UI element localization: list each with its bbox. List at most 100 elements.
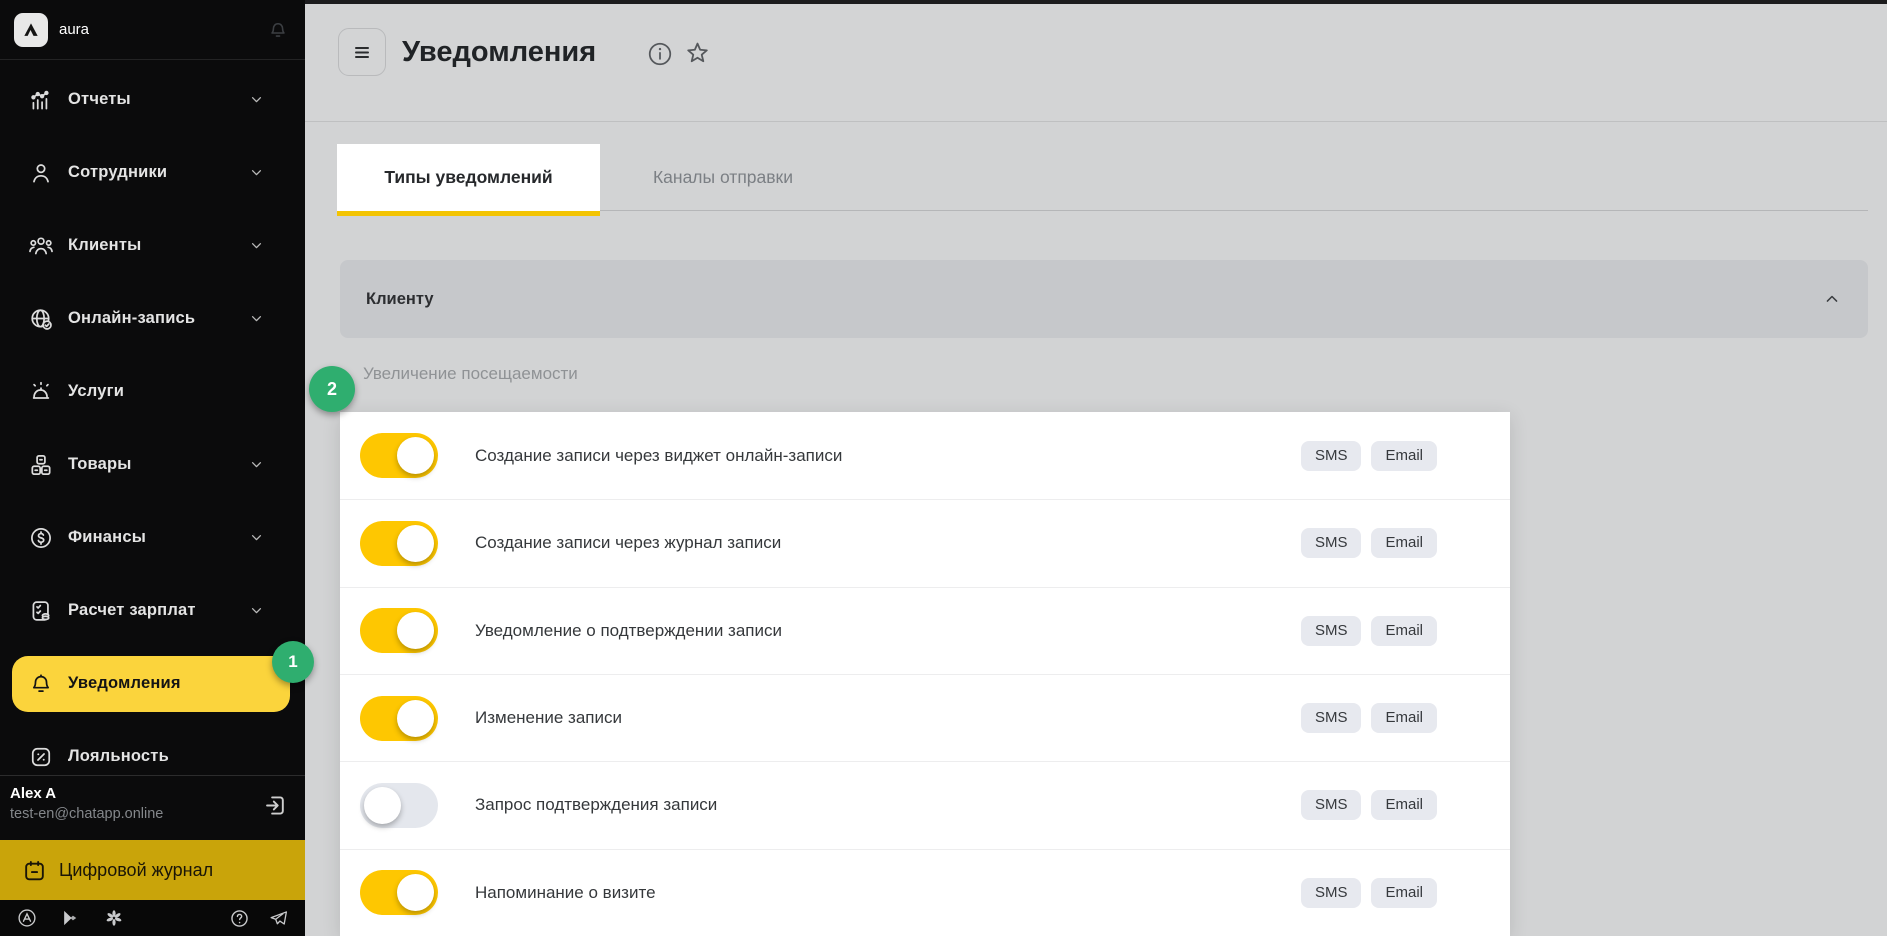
help-icon[interactable] — [229, 908, 250, 929]
toggle-knob — [397, 525, 434, 562]
notification-label: Уведомление о подтверждении записи — [475, 621, 1301, 641]
sidebar-nav: Отчеты Сотрудники Клиенты Онлайн-запись … — [0, 60, 305, 775]
channel-chips: SMS Email — [1301, 616, 1437, 646]
email-channel-chip[interactable]: Email — [1371, 878, 1437, 908]
favorite-star-icon[interactable] — [683, 39, 712, 73]
sidebar-item-people[interactable]: Клиенты — [0, 209, 305, 282]
channel-chips: SMS Email — [1301, 441, 1437, 471]
payroll-icon — [28, 598, 54, 624]
sidebar-header: aura — [0, 0, 305, 60]
huawei-appgallery-icon[interactable] — [102, 906, 126, 930]
sidebar-item-person[interactable]: Сотрудники — [0, 136, 305, 209]
channel-chips: SMS Email — [1301, 790, 1437, 820]
notification-row: Создание записи через журнал записи SMS E… — [340, 499, 1510, 586]
toggle-knob — [397, 612, 434, 649]
toggle-switch[interactable] — [360, 521, 438, 566]
info-icon[interactable] — [646, 40, 674, 73]
tour-step-badge-1: 1 — [272, 641, 314, 683]
toggle-switch[interactable] — [360, 433, 438, 478]
client-group-header[interactable]: Клиенту — [340, 260, 1868, 338]
notification-row: Напоминание о визите SMS Email — [340, 849, 1510, 936]
tour-step-badge-2: 2 — [309, 366, 355, 412]
active-tab-underline — [337, 211, 600, 216]
tab-sending-channels[interactable]: Каналы отправки — [623, 144, 823, 210]
sidebar-item-bell[interactable]: Уведомления — [12, 656, 290, 712]
calendar-icon — [22, 858, 47, 883]
percent-icon — [28, 744, 54, 770]
sidebar-item-boxes[interactable]: Товары — [0, 428, 305, 501]
notification-row: Создание записи через виджет онлайн-запи… — [340, 412, 1510, 499]
sidebar-item-chart[interactable]: Отчеты — [0, 63, 305, 136]
page-title: Уведомления — [402, 36, 596, 69]
main-area: Уведомления Типы уведомлений Каналы отпр… — [305, 0, 1887, 936]
sidebar: aura Отчеты Сотрудники Клиенты Онлайн-за… — [0, 0, 305, 936]
tab-notification-types[interactable]: Типы уведомлений — [337, 144, 600, 211]
logout-icon[interactable] — [262, 792, 289, 824]
email-channel-chip[interactable]: Email — [1371, 528, 1437, 558]
sms-channel-chip[interactable]: SMS — [1301, 616, 1362, 646]
group-title: Клиенту — [366, 290, 1822, 309]
notification-rows-panel: Создание записи через виджет онлайн-запи… — [340, 412, 1510, 936]
chevron-down-icon — [248, 164, 265, 181]
notifications-bell-icon[interactable] — [267, 19, 289, 41]
notification-row: Изменение записи SMSEmail — [340, 674, 1510, 761]
tab-label: Типы уведомлений — [384, 167, 552, 188]
google-play-icon[interactable] — [60, 908, 80, 928]
sidebar-item-payroll[interactable]: Расчет зарплат — [0, 574, 305, 647]
email-channel-chip[interactable]: Email — [1371, 441, 1437, 471]
user-block: Alex A test-en@chatapp.online — [0, 775, 305, 840]
toggle-switch[interactable] — [360, 696, 438, 741]
aura-logo-icon — [14, 13, 48, 47]
toggle-switch[interactable] — [360, 783, 438, 828]
toggle-switch[interactable] — [360, 608, 438, 653]
person-icon — [28, 160, 54, 186]
sms-channel-chip[interactable]: SMS — [1301, 703, 1362, 733]
toggle-knob — [397, 700, 434, 737]
sidebar-bottom-bar — [0, 900, 305, 936]
page-header: Уведомления — [305, 4, 1887, 122]
hamburger-menu-button[interactable] — [338, 28, 386, 76]
digital-journal-label: Цифровой журнал — [59, 860, 213, 881]
toggle-knob — [397, 437, 434, 474]
telegram-icon[interactable] — [268, 908, 289, 929]
sms-channel-chip[interactable]: SMS — [1301, 878, 1362, 908]
sms-channel-chip[interactable]: SMS — [1301, 528, 1362, 558]
sidebar-item-service-bell[interactable]: Услуги — [0, 355, 305, 428]
chevron-down-icon — [248, 237, 265, 254]
brand-name: aura — [59, 21, 267, 38]
service-bell-icon — [28, 379, 54, 405]
notification-row: Запрос подтверждения записи SMSEmail — [340, 761, 1510, 848]
notification-row: Уведомление о подтверждении записи SMS Em… — [340, 587, 1510, 674]
toggle-switch[interactable] — [360, 870, 438, 915]
sidebar-item-finance[interactable]: Финансы — [0, 501, 305, 574]
channel-chips: SMS Email — [1301, 703, 1437, 733]
sidebar-item-globe-check[interactable]: Онлайн-запись — [0, 282, 305, 355]
channel-chips: SMS Email — [1301, 878, 1437, 908]
sms-channel-chip[interactable]: SMS — [1301, 441, 1362, 471]
notification-label: Создание записи через виджет онлайн-запи… — [475, 446, 1301, 466]
boxes-icon — [28, 452, 54, 478]
chart-icon — [28, 87, 54, 113]
section-label: Увеличение посещаемости — [363, 364, 578, 384]
email-channel-chip[interactable]: Email — [1371, 703, 1437, 733]
sms-channel-chip[interactable]: SMS — [1301, 790, 1362, 820]
globe-check-icon — [28, 306, 54, 332]
chevron-down-icon — [248, 529, 265, 546]
finance-icon — [28, 525, 54, 551]
sidebar-item-percent[interactable]: Лояльность — [0, 720, 305, 775]
chevron-down-icon — [248, 456, 265, 473]
toggle-knob — [364, 787, 401, 824]
channel-chips: SMS Email — [1301, 528, 1437, 558]
user-name: Alex A — [10, 785, 289, 802]
digital-journal-button[interactable]: Цифровой журнал — [0, 840, 305, 900]
notification-label: Напоминание о визите — [475, 883, 1301, 903]
email-channel-chip[interactable]: Email — [1371, 790, 1437, 820]
chevron-up-icon — [1822, 289, 1842, 309]
people-icon — [28, 233, 54, 259]
app-store-icon[interactable] — [16, 907, 38, 929]
notification-label: Создание записи через журнал записи — [475, 533, 1301, 553]
chevron-down-icon — [248, 91, 265, 108]
chevron-down-icon — [248, 310, 265, 327]
bell-icon — [28, 671, 54, 697]
email-channel-chip[interactable]: Email — [1371, 616, 1437, 646]
